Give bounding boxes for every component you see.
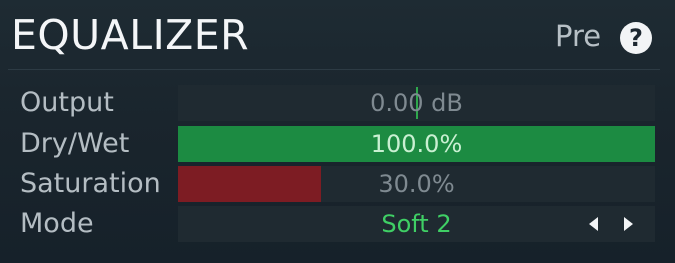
drywet-label: Dry/Wet bbox=[20, 128, 130, 159]
panel-header: EQUALIZER Pre ? bbox=[0, 0, 675, 68]
output-slider[interactable]: 0.00 dB bbox=[178, 85, 655, 121]
saturation-value: 30.0% bbox=[378, 170, 455, 198]
mode-next-button[interactable] bbox=[616, 206, 640, 242]
output-label: Output bbox=[20, 87, 114, 118]
triangle-right-icon bbox=[624, 217, 633, 231]
help-button[interactable]: ? bbox=[620, 22, 652, 54]
mode-label: Mode bbox=[20, 208, 94, 239]
question-mark-icon: ? bbox=[629, 24, 643, 52]
equalizer-panel: EQUALIZER Pre ? Output 0.00 dB Dry/Wet 1… bbox=[0, 0, 675, 263]
mode-prev-button[interactable] bbox=[582, 206, 606, 242]
drywet-slider[interactable]: 100.0% bbox=[178, 126, 655, 162]
saturation-label: Saturation bbox=[20, 168, 161, 199]
mode-selector[interactable]: Soft 2 bbox=[178, 206, 655, 242]
panel-title: EQUALIZER bbox=[11, 11, 250, 59]
drywet-value: 100.0% bbox=[370, 130, 463, 158]
pre-toggle-button[interactable]: Pre bbox=[555, 18, 601, 54]
header-divider bbox=[8, 69, 660, 70]
output-value: 0.00 dB bbox=[370, 89, 463, 117]
triangle-left-icon bbox=[589, 217, 598, 231]
saturation-slider[interactable]: 30.0% bbox=[178, 166, 655, 202]
